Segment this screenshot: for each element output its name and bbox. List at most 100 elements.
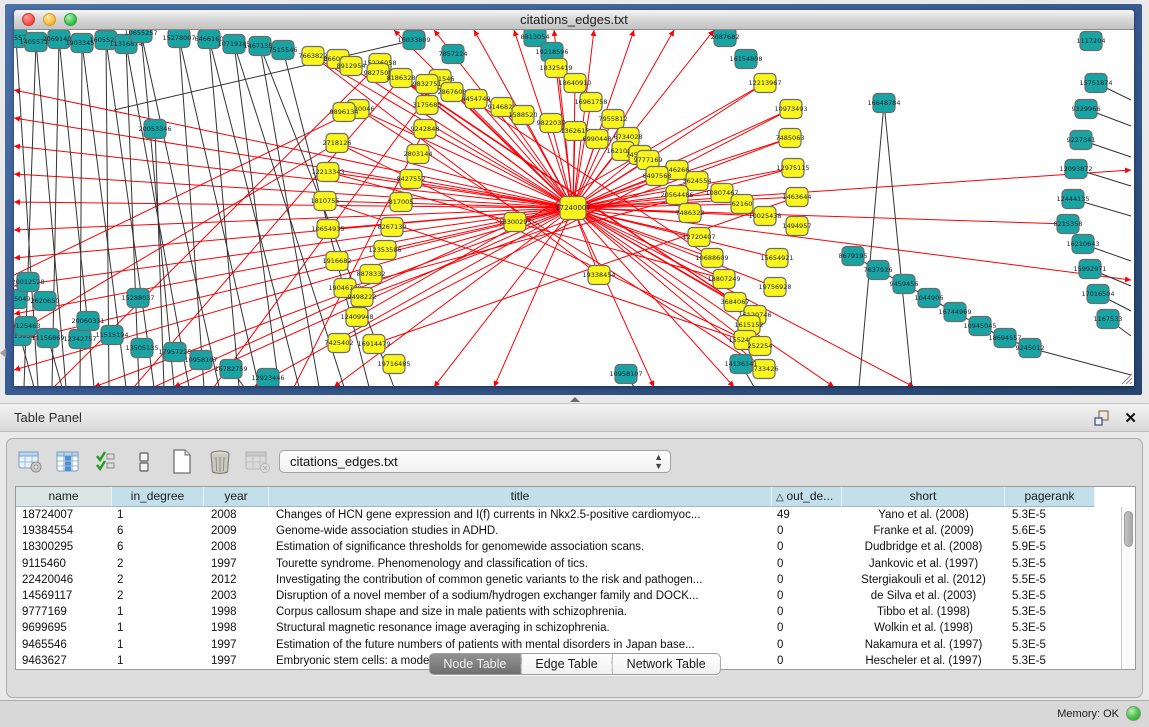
table-cell[interactable]: Dudbridge et al. (2008) [842, 539, 1005, 555]
graph-node[interactable]: 8215358 [1054, 215, 1083, 234]
table-cell[interactable]: 2 [112, 588, 204, 604]
table-cell[interactable]: 1997 [204, 556, 269, 572]
graph-node[interactable]: 11515194 [95, 326, 128, 345]
memory-status-icon[interactable] [1126, 706, 1141, 721]
graph-node[interactable]: 7486322 [676, 204, 705, 223]
table-cell[interactable]: 6 [112, 539, 204, 555]
table-settings-button[interactable] [17, 449, 43, 475]
graph-node[interactable]: 9155049 [14, 290, 30, 309]
table-cell[interactable]: 1 [112, 653, 204, 669]
table-cell[interactable]: Hescheler et al. (1997) [842, 653, 1005, 669]
table-cell[interactable]: 1 [112, 620, 204, 636]
graph-node[interactable]: 15751874 [1079, 74, 1112, 93]
graph-node[interactable]: 10973493 [774, 100, 807, 119]
graph-node[interactable]: 9329966 [1072, 100, 1101, 119]
graph-node[interactable]: 16961758 [574, 93, 607, 112]
graph-node[interactable]: 16648784 [867, 94, 900, 113]
graph-node[interactable]: 12213343 [311, 163, 344, 182]
table-cell[interactable]: 1998 [204, 604, 269, 620]
table-cell[interactable]: 1997 [204, 653, 269, 669]
table-cell[interactable]: 5.3E-5 [1005, 620, 1095, 636]
graph-edge[interactable] [573, 208, 1131, 280]
left-splitter-collapse-icon[interactable] [0, 348, 6, 358]
table-cell[interactable]: 1 [112, 604, 204, 620]
graph-node[interactable]: 16782759 [214, 360, 247, 379]
graph-node[interactable]: 1044906 [915, 289, 944, 308]
table-row[interactable]: 1830029562008Estimation of significance … [16, 539, 1135, 555]
graph-edge[interactable] [234, 44, 279, 386]
table-cell[interactable]: 1 [112, 507, 204, 523]
graph-node[interactable]: 10688609 [695, 249, 728, 268]
graph-node[interactable]: 9896134 [330, 103, 359, 122]
table-cell[interactable]: 5.3E-5 [1005, 653, 1095, 669]
graph-node[interactable]: 8878332 [357, 265, 386, 284]
table-cell[interactable]: 0 [772, 523, 842, 539]
graph-node[interactable]: 8912954 [337, 57, 366, 76]
table-cell[interactable]: 18300295 [16, 539, 112, 555]
table-cell[interactable]: 0 [772, 653, 842, 669]
graph-edge[interactable] [14, 208, 573, 314]
table-cell[interactable]: 6 [112, 523, 204, 539]
table-cell[interactable]: 5.3E-5 [1005, 588, 1095, 604]
graph-node[interactable]: 9245012 [1016, 339, 1045, 358]
delete-table-button[interactable] [245, 449, 271, 475]
table-cell[interactable]: Genome-wide association studies in ADHD. [269, 523, 772, 539]
graph-node[interactable]: 12923446 [251, 369, 284, 387]
tab-node-table[interactable]: Node Table [429, 654, 521, 674]
table-cell[interactable]: 0 [772, 588, 842, 604]
table-row[interactable]: 1872400712008Changes of HCN gene express… [16, 507, 1135, 523]
graph-node[interactable]: 9498222 [348, 288, 377, 307]
table-cell[interactable]: 5.6E-5 [1005, 523, 1095, 539]
graph-edge[interactable] [14, 208, 573, 286]
graph-node[interactable]: 15278007 [162, 30, 195, 48]
graph-node[interactable]: 2087682 [711, 30, 740, 47]
graph-node[interactable]: 7425402 [325, 334, 354, 353]
graph-node[interactable]: 12342757 [63, 330, 96, 349]
graph-node[interactable]: 10958107 [609, 365, 642, 384]
table-cell[interactable]: 2009 [204, 523, 269, 539]
graph-node[interactable]: 252254 [748, 337, 773, 356]
table-row[interactable]: 2242004622012Investigating the contribut… [16, 572, 1135, 588]
table-cell[interactable]: Estimation of significance thresholds fo… [269, 539, 772, 555]
graph-node[interactable]: 10654935 [311, 220, 344, 239]
table-cell[interactable]: Disruption of a novel member of a sodium… [269, 588, 772, 604]
table-cell[interactable]: 0 [772, 620, 842, 636]
table-cell[interactable]: 9463627 [16, 653, 112, 669]
graph-node[interactable]: 1588520 [509, 106, 538, 125]
table-cell[interactable]: 5.9E-5 [1005, 539, 1095, 555]
tab-network-table[interactable]: Network Table [613, 654, 720, 674]
table-cell[interactable]: 0 [772, 604, 842, 620]
graph-edge[interactable] [1030, 348, 1131, 375]
float-panel-icon[interactable] [1094, 410, 1110, 426]
column-header-pagerank[interactable]: pagerank [1005, 487, 1095, 507]
table-cell[interactable]: 9465546 [16, 637, 112, 653]
table-cell[interactable]: Jankovic et al. (1997) [842, 556, 1005, 572]
graph-node[interactable]: 16033809 [397, 31, 430, 50]
table-cell[interactable]: Investigating the contribution of common… [269, 572, 772, 588]
table-cell[interactable]: Franke et al. (2009) [842, 523, 1005, 539]
graph-node[interactable]: 9227341 [1067, 131, 1096, 150]
network-window-titlebar[interactable]: citations_edges.txt [14, 10, 1134, 30]
graph-node[interactable]: 16914479 [357, 335, 390, 354]
graph-node[interactable]: 20012528 [14, 273, 45, 292]
zoom-window-button[interactable] [64, 13, 77, 26]
table-cell[interactable]: 0 [772, 572, 842, 588]
graph-node[interactable]: 16154808 [729, 50, 762, 69]
graph-node[interactable]: 2803144 [404, 145, 433, 164]
graph-node[interactable]: 8267130 [378, 218, 407, 237]
graph-node[interactable]: 7515546 [269, 41, 298, 60]
column-header-out_de[interactable]: △ out_de... [772, 487, 842, 507]
table-selector-dropdown[interactable]: citations_edges.txt ▲▼ [279, 450, 671, 473]
table-cell[interactable]: de Silva et al. (2003) [842, 588, 1005, 604]
close-icon[interactable]: ✕ [1124, 411, 1137, 426]
trash-button[interactable] [207, 449, 233, 475]
scrollbar-thumb[interactable] [1124, 511, 1133, 547]
table-row[interactable]: 946554611997Estimation of the future num… [16, 637, 1135, 653]
graph-node[interactable]: 2620650 [31, 292, 60, 311]
graph-node[interactable]: 7955812 [599, 110, 628, 129]
graph-node[interactable]: 8454749 [462, 90, 491, 109]
graph-edge[interactable] [573, 208, 1068, 224]
table-cell[interactable]: 5.5E-5 [1005, 572, 1095, 588]
table-columns-button[interactable] [55, 449, 81, 475]
table-cell[interactable]: Tourette syndrome. Phenomenology and cla… [269, 556, 772, 572]
